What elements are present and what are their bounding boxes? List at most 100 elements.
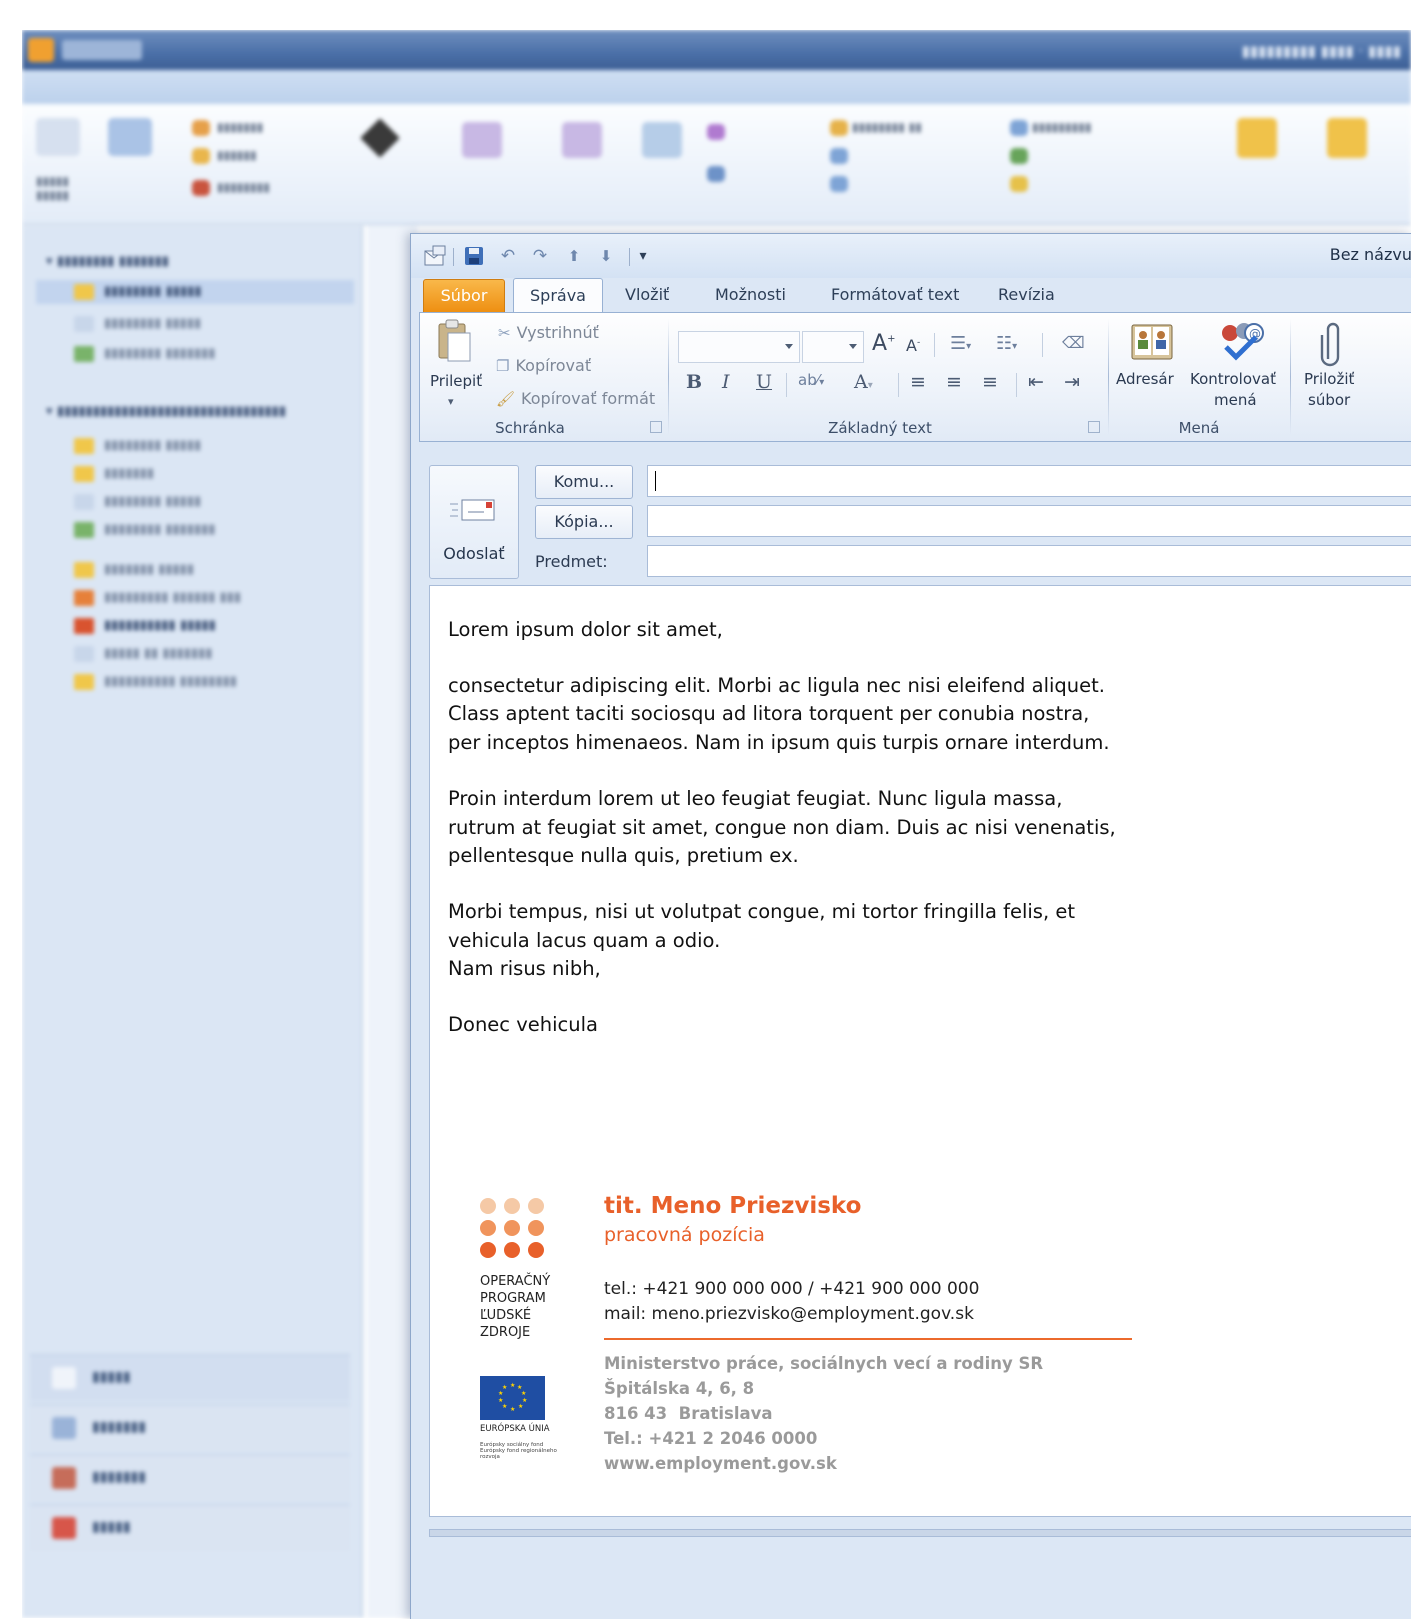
ribbon: Prilepiť ▾ ✂ Vystrihnúť ❐ Kopírovať 🖌 Kopír… xyxy=(419,312,1411,442)
align-left-icon[interactable]: ≡ xyxy=(910,371,926,393)
signature-tel: tel.: +421 900 000 000 / +421 900 000 00… xyxy=(604,1279,980,1299)
compose-window: ↶ ↷ ⬆ ⬇ ▾ Bez názvu Súbor Správa Vložiť … xyxy=(410,233,1411,1619)
redo-icon[interactable]: ↷ xyxy=(527,244,553,268)
tab-review[interactable]: Revízia xyxy=(998,278,1055,312)
previous-item-icon[interactable]: ⬆ xyxy=(561,244,587,268)
paste-dropdown-icon: ▾ xyxy=(448,395,454,408)
bullets-icon[interactable]: ☰▾ xyxy=(950,333,971,354)
signature-divider xyxy=(604,1338,1132,1340)
paste-button[interactable]: Prilepiť ▾ xyxy=(430,319,482,408)
check-names-label-1: Kontrolovať xyxy=(1190,370,1276,388)
next-item-icon[interactable]: ⬇ xyxy=(593,244,619,268)
send-button[interactable]: Odoslať xyxy=(429,465,519,579)
decrease-indent-icon[interactable]: ⇤ xyxy=(1028,371,1044,393)
tab-insert[interactable]: Vložiť xyxy=(625,278,669,312)
to-button[interactable]: Komu... xyxy=(535,465,633,499)
font-size-dropdown[interactable] xyxy=(802,331,864,363)
increase-indent-icon[interactable]: ⇥ xyxy=(1064,371,1080,393)
eu-label: EURÓPSKA ÚNIA xyxy=(480,1424,550,1434)
svg-text:★: ★ xyxy=(521,1390,526,1397)
svg-text:★: ★ xyxy=(498,1397,503,1404)
clear-formatting-icon[interactable]: ⌫ xyxy=(1062,333,1085,352)
cc-button[interactable]: Kópia... xyxy=(535,505,633,539)
ribbon-tab-row: Súbor Správa Vložiť Možnosti Formátovať … xyxy=(411,278,1411,314)
numbering-icon[interactable]: ☷▾ xyxy=(996,333,1017,354)
bold-button[interactable]: B xyxy=(686,371,702,393)
svg-text:★: ★ xyxy=(518,1403,523,1410)
address-book-label: Adresár xyxy=(1116,370,1174,388)
tab-format-text[interactable]: Formátovať text xyxy=(831,278,959,312)
org-line: Ministerstvo práce, sociálnych vecí a ro… xyxy=(604,1354,1044,1373)
tab-file[interactable]: Súbor xyxy=(423,279,505,313)
bg-app-icon xyxy=(28,38,54,62)
signature-mail: mail: meno.priezvisko@employment.gov.sk xyxy=(604,1304,974,1324)
highlight-button[interactable]: ab⁄▾ xyxy=(798,371,824,389)
svg-text:★: ★ xyxy=(502,1403,507,1410)
check-names-label-2: mená xyxy=(1214,391,1257,409)
address-book-button[interactable]: Adresár xyxy=(1116,317,1184,417)
tab-message[interactable]: Správa xyxy=(513,278,603,314)
format-painter-label: Kopírovať formát xyxy=(521,389,656,408)
grow-font-button[interactable]: A+ xyxy=(872,331,895,356)
cut-label: Vystrihnúť xyxy=(516,323,599,342)
signature-organization: Ministerstvo práce, sociálnych vecí a ro… xyxy=(604,1351,1043,1476)
send-icon xyxy=(450,499,495,521)
signature-name: tit. Meno Priezvisko xyxy=(604,1193,862,1219)
svg-text:★: ★ xyxy=(498,1390,503,1397)
underline-button[interactable]: U xyxy=(756,371,772,393)
paste-icon xyxy=(438,319,471,362)
cut-button[interactable]: ✂ Vystrihnúť xyxy=(498,323,599,342)
org-line: 816 43 Bratislava xyxy=(604,1404,773,1423)
message-body[interactable]: Lorem ipsum dolor sit amet, consectetur … xyxy=(429,585,1411,1517)
outlook-app-icon[interactable] xyxy=(421,244,449,268)
attach-file-button[interactable]: Priložiť súbor xyxy=(1298,317,1370,417)
highlight-icon: ab⁄ xyxy=(798,371,820,389)
signature-position: pracovná pozícia xyxy=(604,1224,765,1246)
check-names-button[interactable]: @ Kontrolovať mená xyxy=(1186,317,1286,417)
bg-ribbon: ▮▮▮▮▮ ▮▮▮▮▮ ▮▮▮▮▮▮▮ ▮▮▮▮▮▮ ▮▮▮▮▮▮▮▮ ▮▮▮▮▮… xyxy=(22,104,1411,225)
body-paragraph: consectetur adipiscing elit. Morbi ac li… xyxy=(448,673,1110,755)
align-right-icon[interactable]: ≡ xyxy=(982,371,998,393)
paperclip-icon xyxy=(1320,322,1340,367)
shrink-font-button[interactable]: A- xyxy=(906,336,920,355)
window-title: Bez názvu xyxy=(1329,245,1411,264)
svg-text:★: ★ xyxy=(502,1384,507,1391)
font-color-button[interactable]: A▾ xyxy=(854,371,873,393)
body-paragraph: Lorem ipsum dolor sit amet, xyxy=(448,618,723,641)
undo-icon[interactable]: ↶ xyxy=(495,244,521,268)
customize-qat-icon[interactable]: ▾ xyxy=(633,244,653,268)
align-center-icon[interactable]: ≡ xyxy=(946,371,962,393)
eu-flag: ★ ★ ★ ★ ★ ★ ★ ★ ★ ★ xyxy=(480,1376,545,1420)
op-logo-line: ĽUDSKÉ xyxy=(480,1308,532,1323)
tab-options[interactable]: Možnosti xyxy=(715,278,786,312)
svg-text:★: ★ xyxy=(510,1406,515,1413)
group-names: Adresár @ Kontrolovať mená Mená xyxy=(1110,313,1288,441)
subject-field[interactable] xyxy=(647,545,1411,577)
copy-label: Kopírovať xyxy=(515,356,592,375)
paste-label: Prilepiť xyxy=(430,372,483,390)
copy-button[interactable]: ❐ Kopírovať xyxy=(496,356,591,375)
text-caret xyxy=(655,471,656,491)
horizontal-scrollbar[interactable] xyxy=(429,1529,1411,1537)
scissors-icon: ✂ xyxy=(498,323,511,342)
format-painter-button[interactable]: 🖌 Kopírovať formát xyxy=(496,389,655,408)
bg-tab-row: ▮▮▮▮ ▮▮▮▮▮ ▮▮▮▮▮▮▮ ▮▮▮▮▮ ▮▮▮▮▮ ▮▮▮▮▮▮▮ ▮… xyxy=(22,70,1411,144)
group-label-basic-text: Základný text xyxy=(828,419,932,437)
font-color-icon: A xyxy=(854,371,868,393)
svg-text:★: ★ xyxy=(510,1382,515,1389)
to-field[interactable] xyxy=(647,465,1411,497)
check-names-icon: @ xyxy=(1222,323,1264,361)
group-label-names: Mená xyxy=(1178,419,1220,437)
bg-navigation-pane: ▾ ▮▮▮▮▮▮▮▮ ▮▮▮▮▮▮▮ ▮▮▮▮▮▮▮▮ ▮▮▮▮▮ ▮▮▮▮▮▮… xyxy=(22,226,363,1618)
basic-text-launcher-icon[interactable] xyxy=(1088,421,1100,433)
cc-field[interactable] xyxy=(647,505,1411,537)
send-label: Odoslať xyxy=(443,544,505,563)
body-text[interactable]: Lorem ipsum dolor sit amet, consectetur … xyxy=(448,616,1148,1067)
font-name-dropdown[interactable] xyxy=(678,331,800,363)
shrink-font-icon: A xyxy=(906,336,917,355)
italic-button[interactable]: I xyxy=(722,371,730,393)
org-line: Tel.: +421 2 2046 0000 xyxy=(604,1429,818,1448)
clipboard-launcher-icon[interactable] xyxy=(650,421,662,433)
quick-access-toolbar: ↶ ↷ ⬆ ⬇ ▾ Bez názvu xyxy=(411,234,1411,278)
save-icon[interactable] xyxy=(461,244,487,268)
